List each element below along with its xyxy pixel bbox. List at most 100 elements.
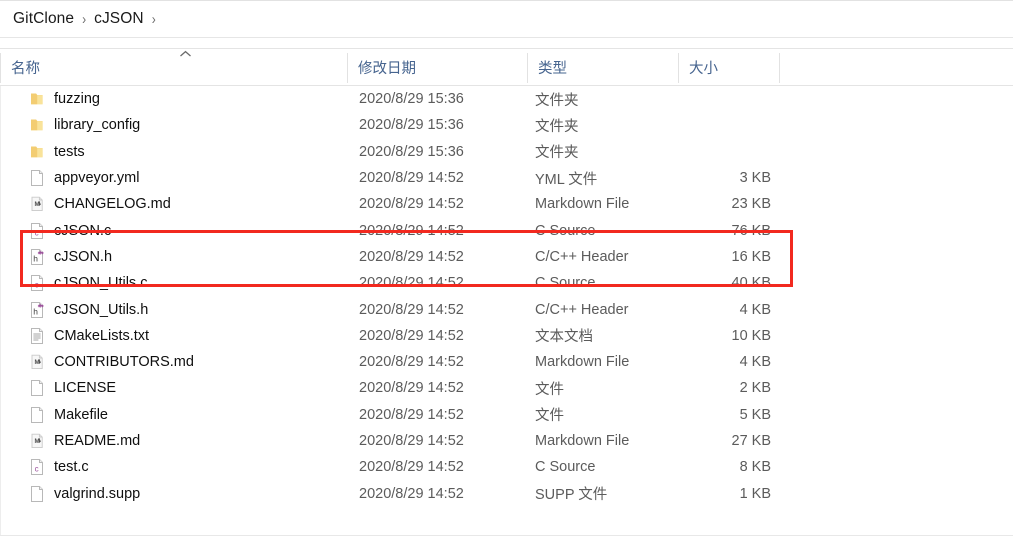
file-name-cell[interactable]: M CONTRIBUTORS.md [29,349,194,375]
file-name-label: fuzzing [54,91,100,108]
file-name-cell[interactable]: valgrind.supp [29,480,140,506]
breadcrumb-item-gitclone[interactable]: GitClone [10,8,77,30]
column-divider-name-date[interactable] [347,53,348,83]
file-row[interactable]: LICENSE 2020/8/29 14:52 文件 2 KB [1,375,1013,401]
file-row[interactable]: valgrind.supp 2020/8/29 14:52 SUPP 文件 1 KB [1,480,1013,506]
file-size-cell: 2 KB [739,380,771,397]
file-row[interactable]: M README.md 2020/8/29 14:52 Markdown File 27… [1,428,1013,454]
file-date-modified-cell: 2020/8/29 14:52 [359,354,464,371]
file-list[interactable]: fuzzing 2020/8/29 15:36 文件夹 library_config 2… [0,86,1013,535]
file-size-cell: 27 KB [731,433,772,449]
file-type-cell: C Source [535,222,596,239]
file-name-label: CONTRIBUTORS.md [54,354,194,371]
file-name-cell[interactable]: c cJSON.c [29,217,111,243]
svg-text:c: c [35,281,39,290]
file-name-label: cJSON.c [54,222,112,239]
file-row[interactable]: M CHANGELOG.md 2020/8/29 14:52 Markdown Fil… [1,191,1013,217]
file-name-label: library_config [54,117,141,134]
file-row[interactable]: c cJSON_Utils.c 2020/8/29 14:52 C Source 40 … [1,270,1013,296]
column-header-size[interactable]: 大小 [678,49,779,85]
file-type-cell: SUPP 文件 [535,487,608,504]
file-type-cell: YML 文件 [535,171,598,188]
blank-file-icon [29,485,45,502]
file-name-label: valgrind.supp [54,485,141,502]
file-name-cell[interactable]: c cJSON_Utils.c [29,270,147,296]
file-date-modified-cell: 2020/8/29 14:52 [359,196,464,213]
file-name-label: cJSON_Utils.c [54,275,148,292]
file-name-cell[interactable]: h + cJSON.h [29,244,112,270]
markdown-file-icon: M [29,354,45,370]
file-name-cell[interactable]: Makefile [29,402,108,428]
column-header-size-label: 大小 [689,60,718,77]
file-type-cell: Markdown File [535,354,630,371]
file-row[interactable]: c cJSON.c 2020/8/29 14:52 C Source 76 KB [1,217,1013,243]
file-name-cell[interactable]: c test.c [29,454,89,480]
file-row[interactable]: library_config 2020/8/29 15:36 文件夹 [1,112,1013,138]
column-header-name-label: 名称 [11,60,40,77]
file-size-cell: 8 KB [739,459,771,476]
column-header-name[interactable]: 名称 [0,49,347,85]
file-name-cell[interactable]: library_config [29,112,140,138]
file-size-cell: 3 KB [739,170,771,187]
file-name-cell[interactable]: LICENSE [29,375,116,401]
file-name-cell[interactable]: h + cJSON_Utils.h [29,296,148,322]
column-divider-date-type[interactable] [527,53,528,83]
file-name-cell[interactable]: M CHANGELOG.md [29,191,171,217]
file-list-bottom-border [0,535,1013,536]
file-type-cell: C/C++ Header [535,248,629,265]
file-date-modified-cell: 2020/8/29 14:52 [359,433,464,449]
file-row[interactable]: M CONTRIBUTORS.md 2020/8/29 14:52 Markdown … [1,349,1013,375]
blank-file-icon [29,406,45,423]
file-row[interactable]: tests 2020/8/29 15:36 文件夹 [1,139,1013,165]
column-divider-type-size[interactable] [678,53,679,83]
column-divider-left [0,53,1,83]
file-row[interactable]: h + cJSON_Utils.h 2020/8/29 14:52 C/C++ Head… [1,296,1013,322]
file-date-modified-cell: 2020/8/29 14:52 [359,248,464,265]
file-size-cell: 4 KB [739,301,771,318]
file-size-cell: 23 KB [731,196,772,213]
column-header-type[interactable]: 类型 [527,49,678,85]
breadcrumb-separator-icon[interactable]: › [82,10,86,28]
svg-text:c: c [35,465,39,474]
file-date-modified-cell: 2020/8/29 14:52 [359,301,464,318]
file-date-modified-cell: 2020/8/29 14:52 [359,222,464,239]
file-date-modified-cell: 2020/8/29 14:52 [359,327,464,344]
file-size-cell: 76 KB [731,222,772,239]
breadcrumb-separator-trailing-icon[interactable]: › [152,10,156,28]
file-date-modified-cell: 2020/8/29 15:36 [359,117,464,134]
file-row[interactable]: appveyor.yml 2020/8/29 14:52 YML 文件 3 KB [1,165,1013,191]
file-type-cell: 文件 [535,381,564,398]
file-date-modified-cell: 2020/8/29 14:52 [359,485,464,502]
file-date-modified-cell: 2020/8/29 14:52 [359,406,464,423]
file-name-cell[interactable]: appveyor.yml [29,165,139,191]
file-row[interactable]: fuzzing 2020/8/29 15:36 文件夹 [1,86,1013,112]
file-row[interactable]: h + cJSON.h 2020/8/29 14:52 C/C++ Header 16 K… [1,244,1013,270]
file-name-cell[interactable]: fuzzing [29,86,100,112]
file-date-modified-cell: 2020/8/29 14:52 [359,380,464,397]
column-header-date-modified[interactable]: 修改日期 [347,49,527,85]
svg-text:c: c [35,228,39,237]
breadcrumb-bar: GitClone › cJSON › [0,0,1013,38]
file-name-label: test.c [54,459,89,476]
file-name-label: tests [54,143,85,160]
file-name-cell[interactable]: M README.md [29,428,140,454]
file-row[interactable]: c test.c 2020/8/29 14:52 C Source 8 KB [1,454,1013,480]
file-name-label: appveyor.yml [54,170,140,187]
breadcrumb-item-cjson[interactable]: cJSON [91,8,147,30]
c-source-icon: c [29,459,45,476]
c-source-icon: c [29,222,45,239]
file-row[interactable]: CMakeLists.txt 2020/8/29 14:52 文本文档 10 KB [1,323,1013,349]
file-type-cell: 文本文档 [535,329,593,346]
file-type-cell: Markdown File [535,433,630,449]
file-row[interactable]: Makefile 2020/8/29 14:52 文件 5 KB [1,402,1013,428]
file-name-label: Makefile [54,406,108,423]
blank-file-icon [29,380,45,397]
c-header-icon: h + [29,248,45,265]
column-divider-size-end[interactable] [779,53,780,83]
file-type-cell: Markdown File [535,196,630,213]
markdown-file-icon: M [29,196,45,212]
svg-text:h: h [33,306,38,316]
file-name-cell[interactable]: tests [29,139,85,165]
file-name-cell[interactable]: CMakeLists.txt [29,323,149,349]
file-date-modified-cell: 2020/8/29 15:36 [359,91,464,108]
